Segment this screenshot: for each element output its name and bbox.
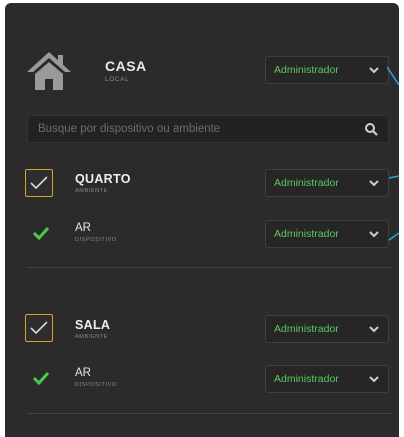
permissions-panel: CASA LOCAL Administrador QUARTO AMBIENTE…: [5, 3, 399, 437]
room-row: QUARTO AMBIENTE Administrador: [5, 166, 399, 200]
annotation-pointer-lines: [387, 66, 399, 241]
device-row: AR DISPOSITIVO Administrador: [5, 220, 399, 254]
device-role-select[interactable]: Administrador: [265, 220, 389, 248]
home-header: CASA LOCAL Administrador: [5, 41, 399, 101]
chevron-down-icon: [369, 326, 379, 333]
home-role-select[interactable]: Administrador: [265, 56, 389, 84]
chevron-down-icon: [369, 180, 379, 187]
room-role-value: Administrador: [274, 177, 339, 189]
home-subtitle: LOCAL: [105, 76, 130, 83]
search-input[interactable]: [28, 116, 364, 142]
room-row: SALA AMBIENTE Administrador: [5, 311, 399, 345]
device-role-value: Administrador: [274, 228, 339, 240]
check-icon: [32, 226, 50, 240]
chevron-down-icon: [369, 67, 379, 74]
device-name: AR: [75, 367, 91, 379]
room-role-select[interactable]: Administrador: [265, 169, 389, 197]
section-divider: [27, 413, 391, 414]
search-bar[interactable]: [27, 115, 389, 143]
room-type-label: AMBIENTE: [75, 334, 108, 340]
checkmark-icon: [30, 176, 48, 190]
checkmark-icon: [30, 321, 48, 335]
room-name: SALA: [75, 318, 111, 332]
home-role-value: Administrador: [274, 64, 339, 76]
room-type-label: AMBIENTE: [75, 188, 108, 194]
room-checkbox[interactable]: [25, 314, 53, 342]
room-role-select[interactable]: Administrador: [265, 315, 389, 343]
device-role-value: Administrador: [274, 373, 339, 385]
device-type-label: DISPOSITIVO: [75, 237, 117, 243]
room-role-value: Administrador: [274, 323, 339, 335]
check-icon: [32, 371, 50, 385]
section-divider: [27, 267, 391, 268]
device-role-select[interactable]: Administrador: [265, 365, 389, 393]
chevron-down-icon: [369, 231, 379, 238]
home-title: CASA: [105, 58, 147, 74]
house-icon: [27, 52, 71, 90]
room-name: QUARTO: [75, 172, 131, 186]
chevron-down-icon: [369, 376, 379, 383]
device-name: AR: [75, 222, 91, 234]
home-title-block: CASA LOCAL: [105, 58, 147, 83]
search-icon[interactable]: [364, 122, 378, 136]
device-type-label: DISPOSITIVO: [75, 382, 117, 388]
room-checkbox[interactable]: [25, 169, 53, 197]
device-row: AR DISPOSITIVO Administrador: [5, 365, 399, 399]
